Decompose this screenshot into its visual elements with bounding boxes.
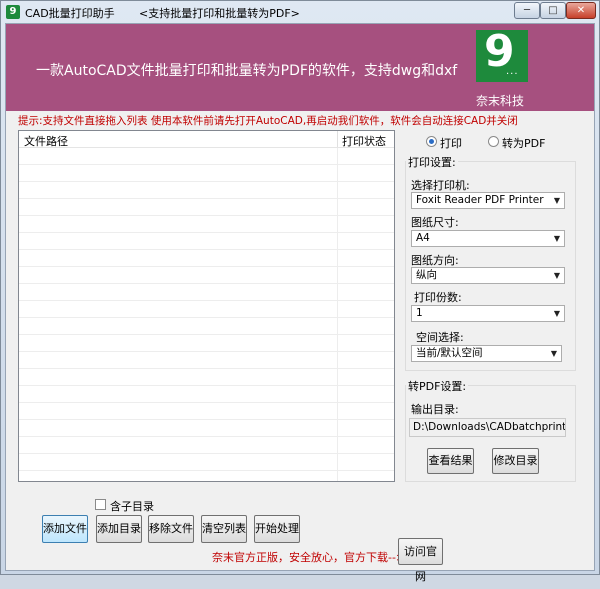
chevron-down-icon: ▼ [553,271,560,280]
official-download-note: 奈末官方正版，安全放心，官方下载--> [212,551,406,564]
add-dir-button[interactable]: 添加目录 [96,515,142,543]
output-dir-field[interactable]: D:\Downloads\CADbatchprint\CADI [409,418,566,437]
file-list-header: 文件路径 打印状态 [19,131,394,148]
banner-text: 一款AutoCAD文件批量打印和批量转为PDF的软件，支持dwg和dxf [36,63,458,79]
column-print-status[interactable]: 打印状态 [342,133,386,149]
column-divider[interactable] [337,131,338,147]
close-button[interactable]: ✕ [566,2,596,19]
visit-website-button[interactable]: 访问官网 [398,538,443,583]
view-results-button[interactable]: 查看结果 [427,448,474,474]
app-logo-icon: 9 [6,5,20,19]
printer-label: 选择打印机: [411,179,470,192]
window-subtitle: <支持批量打印和批量转为PDF> [139,7,300,20]
maximize-button[interactable]: □ [540,2,566,19]
copies-select[interactable]: 1 ▼ [411,305,565,322]
start-processing-button[interactable]: 开始处理 [254,515,300,543]
file-list[interactable]: 文件路径 打印状态 [18,130,395,482]
column-file-path[interactable]: 文件路径 [24,133,68,149]
title-bar[interactable]: 9 CAD批量打印助手 <支持批量打印和批量转为PDF> ─ □ ✕ [1,1,599,23]
orientation-value: 纵向 [416,269,437,281]
space-value: 当前/默认空间 [416,347,483,359]
printer-value: Foxit Reader PDF Printer [416,194,544,206]
print-mode-radio[interactable] [426,136,437,147]
brand-logo: 9 ... [476,26,528,82]
file-list-column-line [337,148,338,481]
orientation-label: 图纸方向: [411,254,459,267]
clear-list-button[interactable]: 清空列表 [201,515,247,543]
pdf-mode-label[interactable]: 转为PDF [502,135,545,151]
printer-select[interactable]: Foxit Reader PDF Printer ▼ [411,192,565,209]
include-subdir-label[interactable]: 含子目录 [110,498,154,514]
copies-label: 打印份数: [414,291,462,304]
usage-hint: 提示:支持文件直接拖入列表 使用本软件前请先打开AutoCAD,再启动我们软件，… [18,115,518,127]
add-file-button[interactable]: 添加文件 [42,515,88,543]
copies-value: 1 [416,307,423,319]
print-mode-label[interactable]: 打印 [440,135,462,151]
remove-file-button[interactable]: 移除文件 [148,515,194,543]
minimize-button[interactable]: ─ [514,2,540,19]
print-settings-title: 打印设置: [406,154,458,170]
client-area: 一款AutoCAD文件批量打印和批量转为PDF的软件，支持dwg和dxf 9 .… [5,23,595,583]
chevron-down-icon: ▼ [553,196,560,205]
orientation-select[interactable]: 纵向 ▼ [411,267,565,284]
chevron-down-icon: ▼ [553,234,560,243]
window-title: CAD批量打印助手 [25,7,115,20]
space-select[interactable]: 当前/默认空间 ▼ [411,345,562,362]
paper-size-select[interactable]: A4 ▼ [411,230,565,247]
space-label: 空间选择: [416,331,464,344]
chevron-down-icon: ▼ [553,309,560,318]
paper-size-value: A4 [416,232,430,244]
include-subdir-checkbox[interactable] [95,499,106,510]
pdf-settings-title: 转PDF设置: [406,378,469,394]
chevron-down-icon: ▼ [550,349,557,358]
pdf-mode-radio[interactable] [488,136,499,147]
logo-dots: ... [506,66,519,77]
output-dir-label: 输出目录: [411,403,459,416]
brand-name: 奈末科技 [476,94,525,108]
banner: 一款AutoCAD文件批量打印和批量转为PDF的软件，支持dwg和dxf 9 .… [6,24,594,111]
app-window: 9 CAD批量打印助手 <支持批量打印和批量转为PDF> ─ □ ✕ 一款Aut… [0,0,600,583]
modify-dir-button[interactable]: 修改目录 [492,448,539,474]
paper-size-label: 图纸尺寸: [411,216,459,229]
